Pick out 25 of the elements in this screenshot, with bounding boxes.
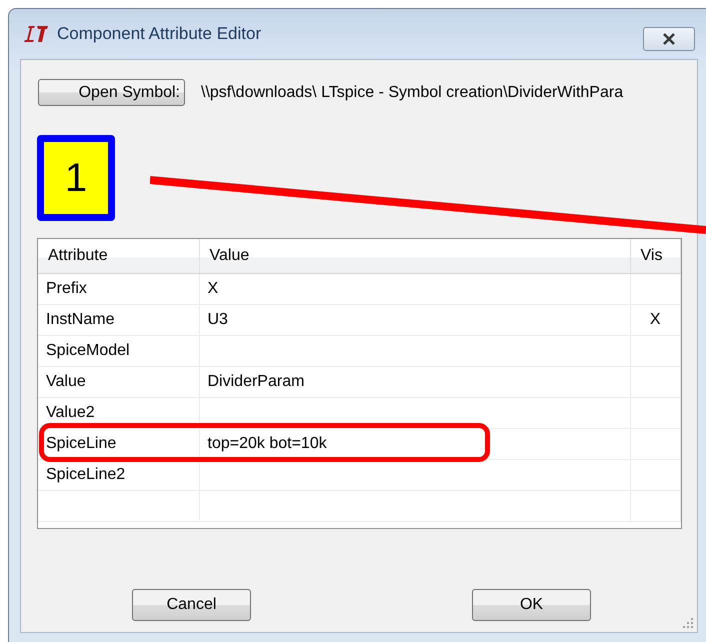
attribute-data-cell[interactable]: U3 — [199, 304, 630, 335]
symbol-path: \\psf\downloads\ LTspice - Symbol creation\DividerWithPara — [201, 82, 624, 102]
column-header[interactable]: Value — [199, 239, 630, 273]
attribute-data-cell[interactable]: top=20k bot=10k — [199, 428, 630, 459]
attribute-name-cell[interactable]: InstName — [38, 304, 199, 335]
close-icon — [661, 33, 677, 45]
attribute-name-cell[interactable]: SpiceModel — [38, 335, 199, 366]
window-title: Component Attribute Editor — [57, 23, 262, 46]
attribute-data-cell[interactable]: DividerParam — [199, 366, 630, 397]
close-button[interactable] — [643, 27, 695, 51]
attribute-name-cell[interactable]: SpiceLine2 — [38, 459, 199, 490]
dialog-button[interactable]: Cancel — [132, 589, 251, 621]
column-header[interactable]: Vis — [630, 239, 680, 273]
open-symbol-button[interactable]: Open Symbol: — [38, 79, 185, 106]
attribute-name-cell[interactable]: SpiceLine — [38, 428, 199, 459]
attribute-data-cell[interactable]: X — [199, 273, 630, 304]
attribute-name-cell[interactable]: Value — [38, 366, 199, 397]
column-header[interactable]: Attribute — [38, 239, 199, 273]
visibility-cell[interactable]: X — [630, 304, 680, 335]
dialog-button[interactable]: OK — [472, 589, 591, 621]
callout-badge: 1 — [37, 135, 115, 221]
attribute-name-cell[interactable]: Value2 — [38, 397, 199, 428]
logo-icon — [23, 25, 49, 43]
resize-grip-icon — [683, 618, 694, 629]
attribute-name-cell[interactable]: Prefix — [38, 273, 199, 304]
